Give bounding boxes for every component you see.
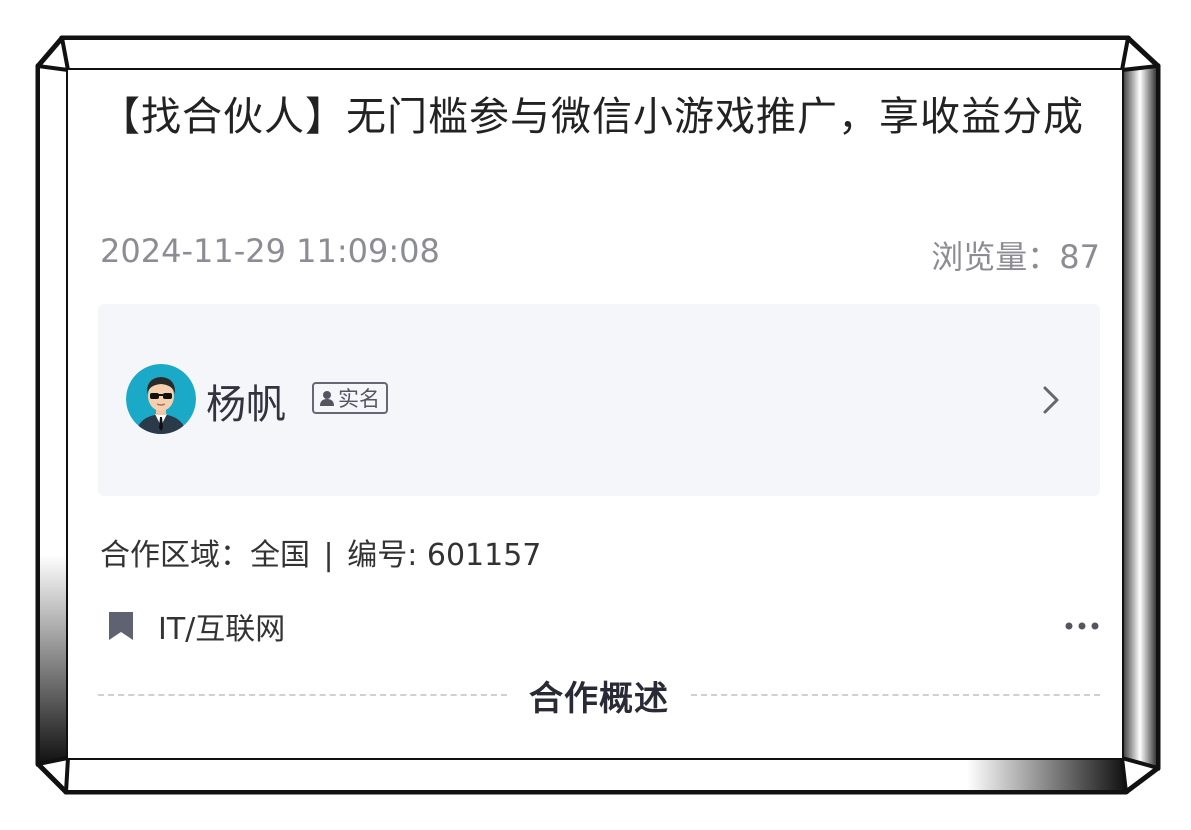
view-count: 浏览量：87 [931,232,1100,278]
avatar-man-sunglasses-icon [126,364,196,434]
screenshot-stage: 【找合伙人】无门槛参与微信小游戏推广，享收益分成 2024-11-29 11:0… [0,0,1191,830]
category-label: IT/互联网 [158,612,286,647]
author-card[interactable]: 杨帆 实名 [98,304,1100,496]
category-row[interactable]: IT/互联网 [100,606,286,647]
region-info: 合作区域：全国 | 编号: 601157 [100,530,541,574]
number-label: 编号: [347,538,418,573]
chevron-right-icon[interactable] [1040,384,1062,416]
section-title: 合作概述 [529,678,669,719]
person-icon [320,391,334,406]
post-title: 【找合伙人】无门槛参与微信小游戏推广，享收益分成 [100,94,1084,140]
avatar[interactable] [126,364,196,434]
author-name[interactable]: 杨帆 [206,372,286,430]
more-dots-icon[interactable] [1064,620,1100,632]
region-value: 全国 [250,538,310,573]
post-date: 2024-11-29 11:09:08 [100,232,440,270]
bookmark-icon [109,612,133,640]
post-card: 【找合伙人】无门槛参与微信小游戏推广，享收益分成 2024-11-29 11:0… [68,70,1122,758]
section-heading: 合作概述 [98,670,1100,720]
divider-right [691,694,1100,696]
info-separator: | [323,538,334,573]
view-count-label: 浏览量： [931,238,1060,276]
verified-badge: 实名 [312,382,388,414]
region-label: 合作区域： [100,538,250,573]
view-count-value: 87 [1059,238,1100,276]
verified-badge-label: 实名 [338,387,380,411]
number-value: 601157 [426,538,542,573]
divider-left [98,694,507,696]
